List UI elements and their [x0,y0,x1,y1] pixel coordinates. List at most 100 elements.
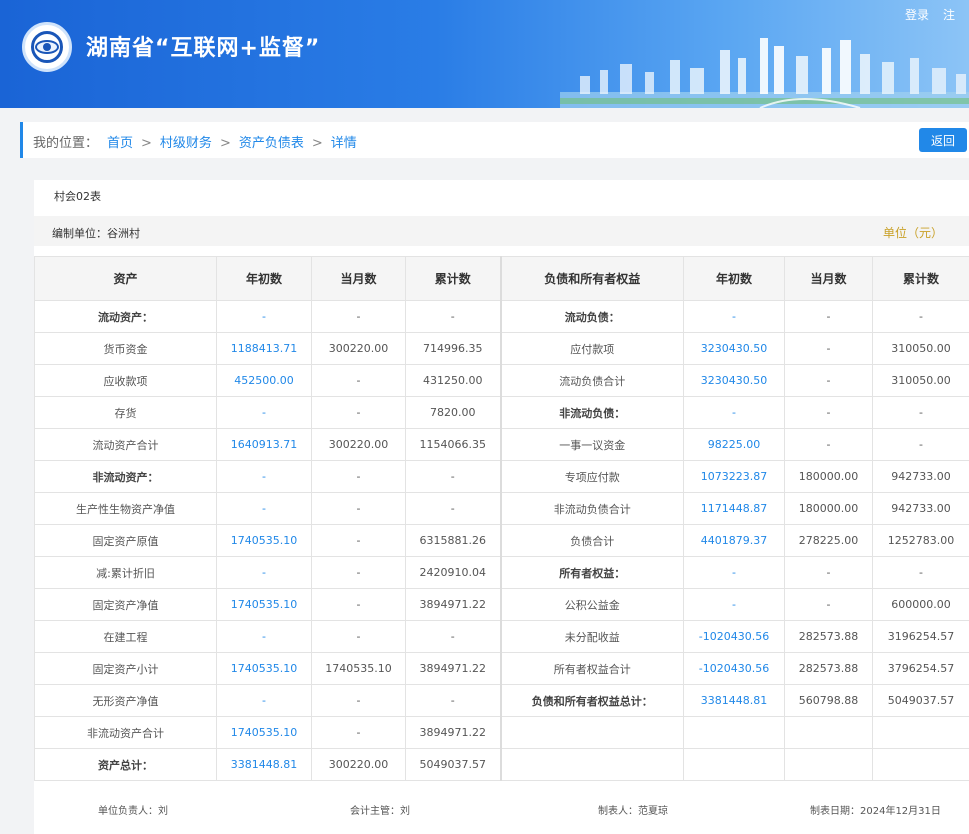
unit-head-signature: 单位负责人：刘 [98,806,168,817]
table-cell: 300220.00 [311,748,406,781]
table-cell: 3894971.22 [405,588,501,621]
table-cell: - [216,620,312,653]
table-cell: 1188413.71 [216,332,312,365]
table-cell: - [311,300,406,333]
table-cell: 714996.35 [405,332,501,365]
table-cell: 600000.00 [872,588,969,621]
table-cell: 942733.00 [872,460,969,493]
table-row: 固定资产净值 1740535.10-3894971.22 公积公益金 - -600000… [34,588,969,621]
table-cell: 1073223.87 [683,460,785,493]
table-cell [872,716,969,749]
preparer-signature: 制表人：范夏琼 [598,806,668,817]
table-cell [499,716,684,749]
table-cell: - [311,524,406,557]
table-cell: - [405,460,501,493]
table-cell: 存货 [34,396,217,429]
login-link[interactable]: 登录 [905,8,929,22]
table-cell: - [405,492,501,525]
table-cell: - [216,492,312,525]
table-cell: - [784,396,873,429]
table-cell: 一事一议资金 [499,428,684,461]
table-row: 减:累计折旧 - -2420910.04 所有者权益： - - - [34,556,969,589]
table-cell: 5049037.57 [405,748,501,781]
table-cell: - [311,588,406,621]
table-header-row: 资产 年初数 当月数 累计数 负债和所有者权益 年初数 当月数 累计数 [34,256,969,301]
table-cell: 货币资金 [34,332,217,365]
eye-pupil [43,43,51,51]
table-row: 流动资产： - - - 流动负债： - - - [34,300,969,333]
accountant-signature: 会计主管：刘 [350,806,410,817]
column-header: 资产 [34,256,217,301]
balance-sheet-table: 资产 年初数 当月数 累计数 负债和所有者权益 年初数 当月数 累计数 流动资产： - - - 流动负… [34,256,969,781]
table-cell: - [872,300,969,333]
table-cell: 生产性生物资产净值 [34,492,217,525]
table-cell: 3230430.50 [683,332,785,365]
currency-unit: 单位（元） [882,226,943,240]
table-cell [499,748,684,781]
breadcrumb-separator: > [219,136,231,151]
table-cell: 1154066.35 [405,428,501,461]
table-cell: - [784,364,873,397]
table-row: 在建工程 - - - 未分配收益 -1020430.56 282573.88 3196254.… [34,620,969,653]
table-cell: - [216,684,312,717]
table-cell: - [311,460,406,493]
table-cell: - [784,556,873,589]
breadcrumb-label: 我的位置： [33,136,99,151]
table-cell: 无形资产净值 [34,684,217,717]
table-cell: - [311,716,406,749]
column-header: 当月数 [784,256,873,301]
form-number: 村会02表 [54,190,101,203]
table-cell: 282573.88 [784,620,873,653]
table-cell: - [872,396,969,429]
table-cell: 非流动资产合计 [34,716,217,749]
table-cell: 452500.00 [216,364,312,397]
table-cell: 2420910.04 [405,556,501,589]
city-skyline-illustration [560,38,969,108]
column-header: 年初数 [216,256,312,301]
back-button[interactable]: 返回 [919,128,967,152]
breadcrumb-balance-sheet[interactable]: 资产负债表 [239,136,304,151]
breadcrumb-detail[interactable]: 详情 [331,136,357,151]
table-cell: 流动资产： [34,300,217,333]
column-header: 累计数 [405,256,501,301]
table-cell: - [311,620,406,653]
table-row: 流动资产合计 1640913.71 300220.00 1154066.35 一事一议资… [34,428,969,461]
breadcrumb-separator: > [141,136,152,151]
table-cell: 流动资产合计 [34,428,217,461]
column-header: 负债和所有者权益 [499,256,684,301]
breadcrumb-home[interactable]: 首页 [107,136,133,151]
table-cell: 3894971.22 [405,716,501,749]
table-cell: 非流动负债： [499,396,684,429]
table-cell: -1020430.56 [683,620,785,653]
table-cell: 未分配收益 [499,620,684,653]
table-cell: - [311,556,406,589]
table-cell: - [683,588,785,621]
table-cell: 180000.00 [784,492,873,525]
compiling-unit: 编制单位：谷洲村 [52,227,140,240]
table-cell: 所有者权益合计 [499,652,684,685]
site-title: 湖南省“互联网+监督” [86,36,321,61]
table-cell: 3230430.50 [683,364,785,397]
table-cell: - [216,556,312,589]
table-cell: 3381448.81 [683,684,785,717]
table-cell: 非流动负债合计 [499,492,684,525]
table-cell: 1171448.87 [683,492,785,525]
breadcrumb-village-finance[interactable]: 村级财务 [160,136,212,151]
table-cell: 1740535.10 [216,716,312,749]
table-cell: 98225.00 [683,428,785,461]
table-cell: 300220.00 [311,428,406,461]
register-link[interactable]: 注 [943,8,955,22]
table-cell: 431250.00 [405,364,501,397]
table-row: 货币资金 1188413.71 300220.00 714996.35 应付款项 3230… [34,332,969,365]
table-row: 固定资产小计 1740535.10 1740535.10 3894971.22 所有者权… [34,652,969,685]
table-cell: 应付款项 [499,332,684,365]
table-cell: 278225.00 [784,524,873,557]
table-cell: 流动负债合计 [499,364,684,397]
table-cell: 310050.00 [872,332,969,365]
table-cell: 在建工程 [34,620,217,653]
table-cell: - [405,620,501,653]
table-cell: - [405,684,501,717]
table-cell: 专项应付款 [499,460,684,493]
table-cell: - [216,460,312,493]
site-header: 湖南省“互联网+监督” 登录注 [0,0,969,108]
